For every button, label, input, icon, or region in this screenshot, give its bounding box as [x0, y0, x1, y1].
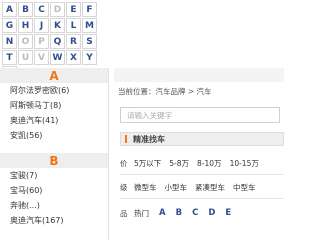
price-filter-label: 价 [120, 158, 128, 168]
letter-cell-f[interactable]: F [82, 2, 97, 17]
letter-cell-q[interactable]: Q [50, 34, 65, 49]
price-filter-row: 价 5万以下 5-8万 8-10万 10-15万 [120, 156, 284, 170]
sidebar-brand-item[interactable]: 宝马(60) [0, 183, 108, 198]
letter-cell-c[interactable]: C [34, 2, 49, 17]
letter-cell-d: D [50, 2, 65, 17]
brand-filter-label: 品 [120, 208, 128, 218]
sidebar-brand-item[interactable]: 奔驰(...) [0, 198, 108, 213]
class-option[interactable]: 小型车 [165, 182, 188, 193]
brand-letter-option[interactable]: B [176, 208, 182, 218]
price-option[interactable]: 8-10万 [197, 158, 222, 169]
brand-letter-option[interactable]: C [192, 208, 198, 218]
filter-panel-title: 精准找车 [120, 132, 284, 146]
letter-cell-a[interactable]: A [2, 2, 17, 17]
brand-letter-option[interactable]: D [208, 208, 215, 218]
price-option[interactable]: 5-8万 [169, 158, 189, 169]
row-divider [120, 174, 284, 175]
letter-cell-k[interactable]: K [50, 18, 65, 33]
brand-letter-option[interactable]: A [159, 208, 166, 218]
letter-cell-w[interactable]: W [50, 50, 65, 65]
main-header-bar [114, 68, 284, 82]
class-option[interactable]: 紧凑型车 [195, 182, 225, 193]
sidebar-section-b-header: B [0, 153, 108, 168]
sidebar-brand-item[interactable]: 奥迪汽车(41) [0, 113, 108, 128]
class-option[interactable]: 微型车 [134, 182, 157, 193]
sidebar-brand-item[interactable]: 阿尔法罗密欧(6) [0, 83, 108, 98]
letter-cell-u: U [18, 50, 33, 65]
sidebar-section-a-header: A [0, 68, 108, 83]
filter-title-text: 精准找车 [133, 134, 165, 144]
search-input[interactable] [120, 107, 280, 123]
letter-cell-y[interactable]: Y [82, 50, 97, 65]
class-filter-row: 级 微型车 小型车 紧凑型车 中型车 [120, 180, 284, 194]
class-filter-label: 级 [120, 182, 128, 192]
title-accent-bar [125, 135, 127, 143]
sidebar-brand-item[interactable]: 安凯(56) [0, 128, 108, 143]
letter-cell-l[interactable]: L [66, 18, 81, 33]
row-divider [120, 198, 284, 199]
letter-cell-m[interactable]: M [82, 18, 97, 33]
breadcrumb: 当前位置：汽车品牌 > 汽车 [118, 87, 212, 96]
sidebar-brand-item[interactable]: 阿斯顿马丁(8) [0, 98, 108, 113]
class-option[interactable]: 中型车 [233, 182, 256, 193]
letter-cell-b[interactable]: B [18, 2, 33, 17]
price-option[interactable]: 5万以下 [134, 158, 161, 169]
letter-cell-p: P [34, 34, 49, 49]
letter-cell-o: O [18, 34, 33, 49]
letter-cell-n[interactable]: N [2, 34, 17, 49]
sidebar-brand-item[interactable]: 宝骏(7) [0, 168, 108, 183]
letter-cell-x[interactable]: X [66, 50, 81, 65]
brand-sidebar: A 阿尔法罗密欧(6) 阿斯顿马丁(8) 奥迪汽车(41) 安凯(56) B 宝… [0, 68, 109, 240]
letter-cell-t[interactable]: T [2, 50, 17, 65]
letter-cell-h[interactable]: H [18, 18, 33, 33]
letter-cell-r[interactable]: R [66, 34, 81, 49]
price-option[interactable]: 10-15万 [230, 158, 259, 169]
brand-letter-option[interactable]: E [225, 208, 231, 218]
letter-cell-v: V [34, 50, 49, 65]
letter-cell-j[interactable]: J [34, 18, 49, 33]
letter-cell-e[interactable]: E [66, 2, 81, 17]
main-panel: 当前位置：汽车品牌 > 汽车 精准找车 价 5万以下 5-8万 8-10万 10… [114, 68, 284, 240]
brand-option-hot[interactable]: 热门 [134, 208, 149, 219]
brand-filter-row: 品 热门 A B C D E [120, 206, 284, 220]
sidebar-brand-item[interactable]: 奥迪汽车(167) [0, 213, 108, 228]
letter-cell-s[interactable]: S [82, 34, 97, 49]
letter-cell-g[interactable]: G [2, 18, 17, 33]
